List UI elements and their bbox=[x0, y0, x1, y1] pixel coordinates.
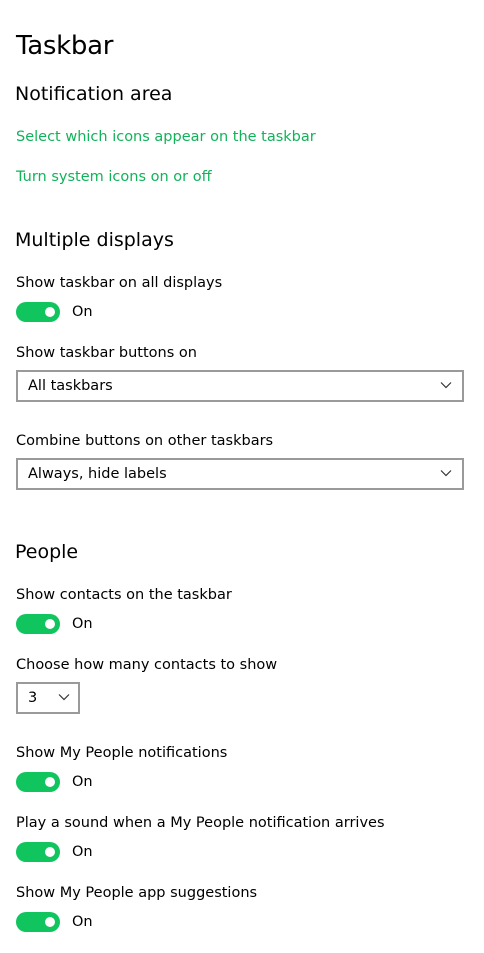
select-icons-link[interactable]: Select which icons appear on the taskbar bbox=[16, 127, 316, 147]
people-suggestions-toggle[interactable]: On bbox=[16, 912, 116, 932]
toggle-knob bbox=[45, 307, 55, 317]
toggle-knob bbox=[45, 917, 55, 927]
chevron-down-icon bbox=[440, 470, 452, 477]
combine-buttons-label: Combine buttons on other taskbars bbox=[16, 433, 274, 449]
toggle-state-label: On bbox=[72, 304, 93, 320]
toggle-state-label: On bbox=[72, 774, 93, 790]
contacts-count-dropdown[interactable]: 3 bbox=[16, 682, 80, 714]
people-notifications-label: Show My People notifications bbox=[16, 745, 228, 761]
system-icons-link[interactable]: Turn system icons on or off bbox=[16, 167, 212, 187]
combine-buttons-dropdown[interactable]: Always, hide labels bbox=[16, 458, 464, 490]
toggle-state-label: On bbox=[72, 844, 93, 860]
show-taskbar-all-toggle[interactable]: On bbox=[16, 302, 116, 322]
show-buttons-on-label: Show taskbar buttons on bbox=[16, 345, 197, 361]
people-suggestions-label: Show My People app suggestions bbox=[16, 885, 258, 901]
people-sound-label: Play a sound when a My People notificati… bbox=[16, 815, 385, 831]
people-heading: People bbox=[15, 541, 79, 563]
page-title: Taskbar bbox=[16, 31, 114, 61]
chevron-down-icon bbox=[440, 382, 452, 389]
toggle-state-label: On bbox=[72, 914, 93, 930]
chevron-down-icon bbox=[58, 694, 70, 701]
people-sound-toggle[interactable]: On bbox=[16, 842, 116, 862]
toggle-switch[interactable] bbox=[16, 302, 60, 322]
toggle-knob bbox=[45, 619, 55, 629]
contacts-count-label: Choose how many contacts to show bbox=[16, 657, 278, 673]
dropdown-value: 3 bbox=[28, 690, 38, 706]
show-contacts-toggle[interactable]: On bbox=[16, 614, 116, 634]
toggle-switch[interactable] bbox=[16, 614, 60, 634]
toggle-state-label: On bbox=[72, 616, 93, 632]
dropdown-value: All taskbars bbox=[28, 378, 113, 394]
show-buttons-on-dropdown[interactable]: All taskbars bbox=[16, 370, 464, 402]
toggle-switch[interactable] bbox=[16, 912, 60, 932]
notification-area-heading: Notification area bbox=[15, 83, 173, 105]
toggle-switch[interactable] bbox=[16, 772, 60, 792]
toggle-knob bbox=[45, 847, 55, 857]
people-notifications-toggle[interactable]: On bbox=[16, 772, 116, 792]
show-taskbar-all-label: Show taskbar on all displays bbox=[16, 275, 223, 291]
toggle-switch[interactable] bbox=[16, 842, 60, 862]
multiple-displays-heading: Multiple displays bbox=[15, 229, 174, 251]
dropdown-value: Always, hide labels bbox=[28, 466, 167, 482]
toggle-knob bbox=[45, 777, 55, 787]
show-contacts-label: Show contacts on the taskbar bbox=[16, 587, 232, 603]
